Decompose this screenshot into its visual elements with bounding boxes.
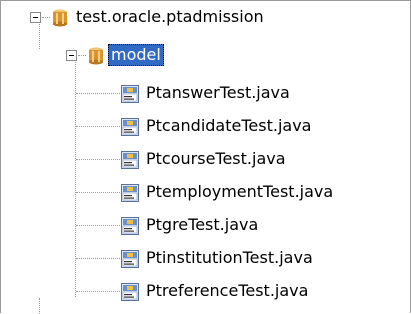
tree-line: [76, 258, 120, 260]
tree-node-label: test.oracle.ptadmission: [76, 7, 264, 26]
tree-line: [76, 126, 120, 128]
tree-node-label: PtcourseTest.java: [146, 149, 286, 168]
java-class-icon: [121, 151, 139, 169]
tree-node-label: PtgreTest.java: [146, 215, 259, 234]
java-class-icon: [121, 250, 139, 268]
tree-line: [76, 93, 120, 95]
tree-line: [39, 298, 41, 314]
java-class-icon: [121, 283, 139, 301]
java-class-icon: [121, 118, 139, 136]
java-class-icon: [121, 85, 139, 103]
tree-node-label: model: [108, 44, 164, 66]
tree-line: [39, 21, 41, 49]
collapse-toggle-icon[interactable]: [66, 50, 77, 61]
java-class-icon: [121, 184, 139, 202]
tree-node-label: PtinstitutionTest.java: [146, 248, 313, 267]
java-class-icon: [121, 217, 139, 235]
tree-node-label: PtanswerTest.java: [146, 83, 290, 102]
tree-line: [78, 55, 86, 57]
tree-line: [76, 225, 120, 227]
tree-line: [76, 192, 120, 194]
collapse-toggle-icon[interactable]: [30, 12, 41, 23]
package-icon: [89, 47, 103, 65]
tree-node-label: PtreferenceTest.java: [146, 281, 309, 300]
package-icon: [53, 9, 67, 27]
tree-line: [76, 291, 120, 293]
tree-line: [76, 159, 120, 161]
tree-node-label: PtcandidateTest.java: [146, 116, 312, 135]
tree-line: [42, 17, 50, 19]
tree-node-label: PtemploymentTest.java: [146, 182, 334, 201]
